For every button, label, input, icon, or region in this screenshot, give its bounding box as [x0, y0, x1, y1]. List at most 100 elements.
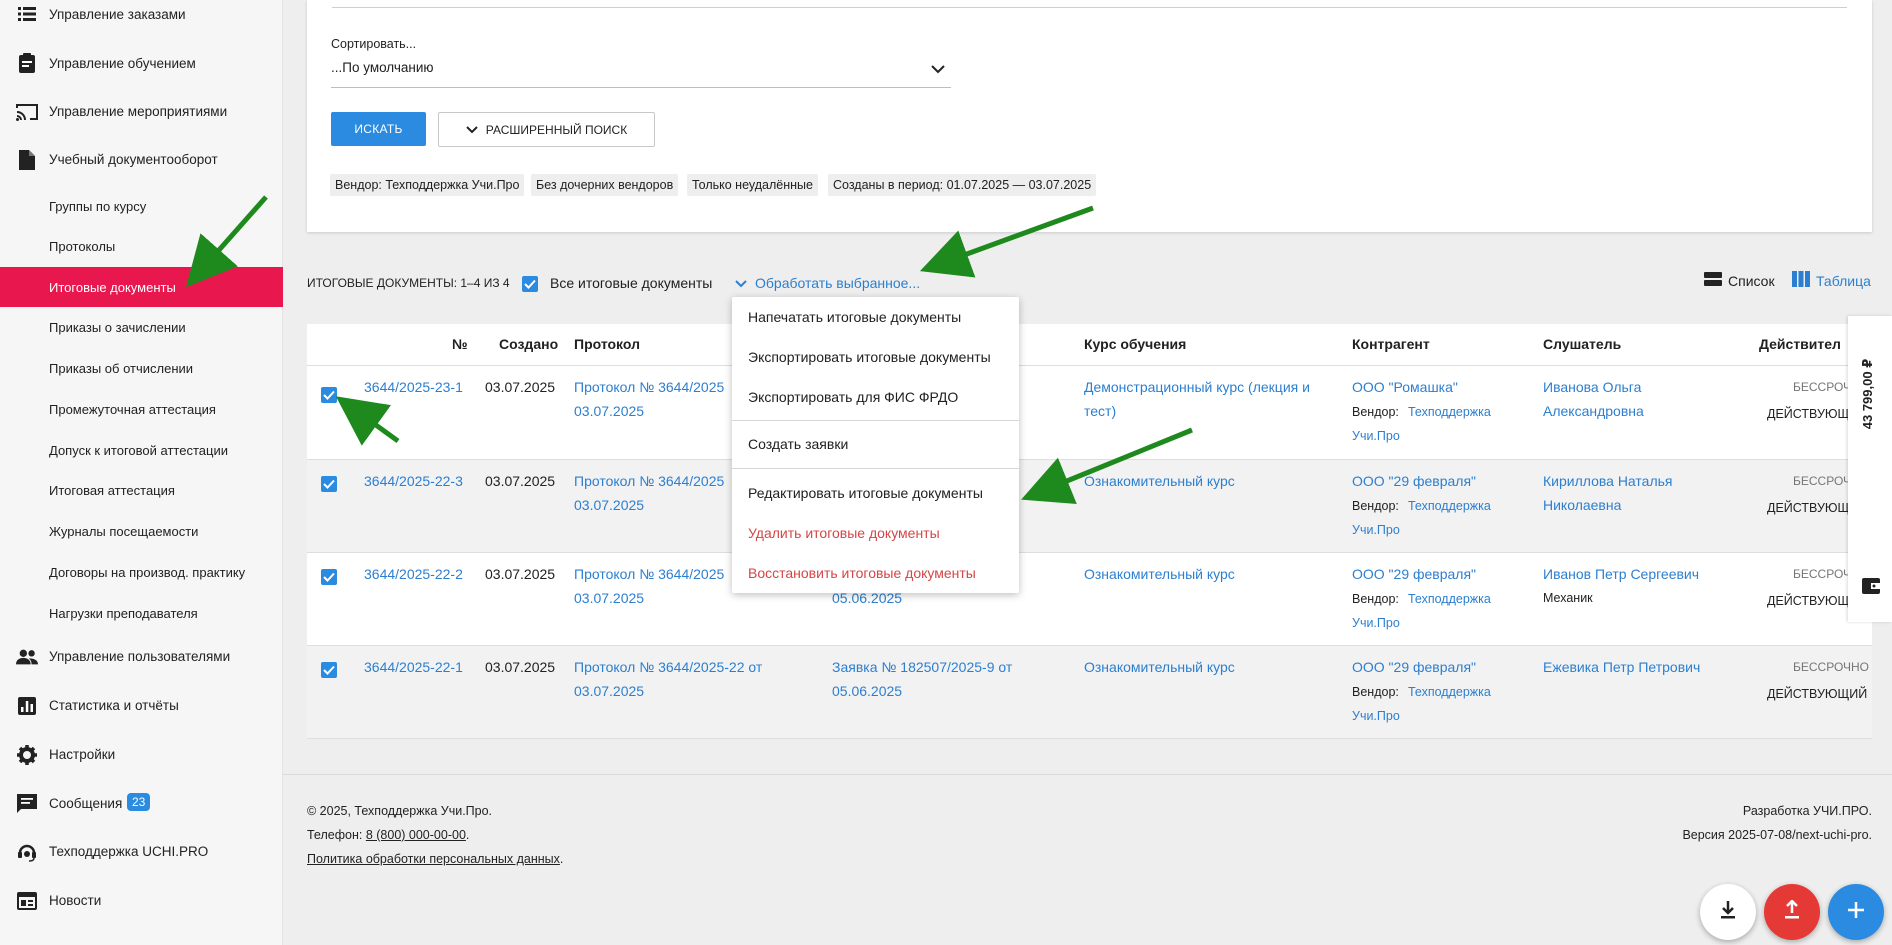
student-link-cont[interactable]: Николаевна: [1543, 493, 1621, 517]
advanced-search-button[interactable]: РАСШИРЕННЫЙ ПОИСК: [438, 112, 655, 147]
menu-item-create-requests[interactable]: Создать заявки: [732, 424, 1019, 464]
process-selected-dropdown[interactable]: Обработать выбранное...: [735, 275, 920, 291]
menu-item-edit[interactable]: Редактировать итоговые документы: [732, 473, 1019, 513]
course-link[interactable]: Демонстрационный курс (лекция и: [1084, 375, 1310, 399]
vendor-link[interactable]: Техподдержка: [1408, 400, 1491, 424]
view-list-toggle[interactable]: Список: [1704, 271, 1775, 290]
sidebar-subitem-expulsion-orders[interactable]: Приказы об отчислении: [0, 348, 283, 388]
vendor-link-cont[interactable]: Учи.Про: [1352, 518, 1400, 542]
filter-chip[interactable]: Без дочерних вендоров: [531, 174, 679, 196]
sidebar-subitem-practice-contracts[interactable]: Договоры на производ. практику: [0, 552, 283, 592]
course-link-cont[interactable]: тест): [1084, 399, 1116, 423]
document-number-link[interactable]: 3644/2025-22-2: [364, 562, 463, 586]
menu-item-export[interactable]: Экспортировать итоговые документы: [732, 337, 1019, 377]
column-header[interactable]: №: [452, 336, 468, 352]
menu-item-export-fis-frdo[interactable]: Экспортировать для ФИС ФРДО: [732, 377, 1019, 417]
menu-item-delete[interactable]: Удалить итоговые документы: [732, 513, 1019, 553]
vendor-link-cont[interactable]: Учи.Про: [1352, 424, 1400, 448]
sidebar-subitem-intermediate-attestation[interactable]: Промежуточная аттестация: [0, 389, 283, 429]
row-checkbox[interactable]: [321, 569, 337, 585]
contractor-link[interactable]: ООО "29 февраля": [1352, 469, 1476, 493]
contractor-link[interactable]: ООО "Ромашка": [1352, 375, 1458, 399]
sidebar-item-label: Учебный документооборот: [49, 152, 218, 167]
row-checkbox[interactable]: [321, 387, 337, 403]
course-link[interactable]: Ознакомительный курс: [1084, 655, 1235, 679]
student-link[interactable]: Иванов Петр Сергеевич: [1543, 562, 1699, 586]
column-header[interactable]: Контрагент: [1352, 336, 1430, 352]
table-row[interactable]: 3644/2025-23-1 03.07.2025 Протокол № 364…: [307, 366, 1872, 460]
student-link[interactable]: Кириллова Наталья: [1543, 469, 1673, 493]
menu-item-restore[interactable]: Восстановить итоговые документы: [732, 553, 1019, 593]
stats-icon: [16, 695, 38, 717]
column-header[interactable]: Курс обучения: [1084, 336, 1186, 352]
column-header[interactable]: Слушатель: [1543, 336, 1621, 352]
contractor-link[interactable]: ООО "29 февраля": [1352, 562, 1476, 586]
sidebar-item-stats[interactable]: Статистика и отчёты: [0, 686, 283, 726]
sidebar-subitem-final-attestation[interactable]: Итоговая аттестация: [0, 470, 283, 510]
sidebar-item-settings[interactable]: Настройки: [0, 735, 283, 775]
column-header[interactable]: Протокол: [574, 336, 640, 352]
sidebar-item-documents[interactable]: Учебный документооборот: [0, 140, 283, 180]
footer-version: Версия 2025-07-08/next-uchi-pro.: [1682, 828, 1872, 842]
column-header[interactable]: Создано: [499, 336, 558, 352]
footer-policy-link[interactable]: Политика обработки персональных данных: [307, 852, 560, 866]
sidebar-item-support[interactable]: Техподдержка UCHI.PRO: [0, 832, 283, 872]
sidebar-item-events[interactable]: Управление мероприятиями: [0, 92, 283, 132]
vendor-link-cont[interactable]: Учи.Про: [1352, 611, 1400, 635]
row-checkbox[interactable]: [321, 476, 337, 492]
student-link[interactable]: Иванова Ольга: [1543, 375, 1641, 399]
student-link-cont[interactable]: Александровна: [1543, 399, 1644, 423]
row-checkbox[interactable]: [321, 662, 337, 678]
document-number-link[interactable]: 3644/2025-22-1: [364, 655, 463, 679]
table-row[interactable]: 3644/2025-22-1 03.07.2025 Протокол № 364…: [307, 646, 1872, 739]
sidebar-subitem-attendance[interactable]: Журналы посещаемости: [0, 511, 283, 551]
request-link-date[interactable]: 05.06.2025: [832, 679, 902, 703]
table-row[interactable]: 3644/2025-22-2 03.07.2025 Протокол № 364…: [307, 553, 1872, 646]
sidebar-subitem-enrollment-orders[interactable]: Приказы о зачислении: [0, 307, 283, 347]
course-link[interactable]: Ознакомительный курс: [1084, 562, 1235, 586]
sidebar-subitem-teacher-load[interactable]: Нагрузки преподавателя: [0, 593, 283, 633]
column-header[interactable]: Действител: [1759, 336, 1841, 352]
protocol-link[interactable]: Протокол № 3644/2025: [574, 375, 724, 399]
protocol-link-date[interactable]: 03.07.2025: [574, 679, 644, 703]
vendor-link-cont[interactable]: Учи.Про: [1352, 704, 1400, 728]
course-link[interactable]: Ознакомительный курс: [1084, 469, 1235, 493]
table-row[interactable]: 3644/2025-22-3 03.07.2025 Протокол № 364…: [307, 460, 1872, 553]
document-number-link[interactable]: 3644/2025-22-3: [364, 469, 463, 493]
sort-select[interactable]: ...По умолчанию: [331, 60, 951, 88]
protocol-link-date[interactable]: 03.07.2025: [574, 399, 644, 423]
sidebar-item-users[interactable]: Управление пользователями: [0, 637, 283, 677]
search-button[interactable]: ИСКАТЬ: [331, 112, 426, 146]
sidebar-subitem-final-documents[interactable]: Итоговые документы: [0, 267, 283, 307]
protocol-link[interactable]: Протокол № 3644/2025: [574, 469, 724, 493]
add-button[interactable]: [1828, 884, 1884, 940]
sidebar-subitem-course-groups[interactable]: Группы по курсу: [0, 186, 283, 226]
download-button[interactable]: [1700, 884, 1756, 940]
footer-phone-link[interactable]: 8 (800) 000-00-00: [366, 828, 466, 842]
sidebar-item-training[interactable]: Управление обучением: [0, 44, 283, 84]
filter-chip[interactable]: Только неудалённые: [687, 174, 818, 196]
menu-item-print[interactable]: Напечатать итоговые документы: [732, 297, 1019, 337]
filter-chip[interactable]: Вендор: Техподдержка Учи.Про: [330, 174, 525, 196]
sidebar-item-news[interactable]: Новости: [0, 881, 283, 921]
vendor-link[interactable]: Техподдержка: [1408, 680, 1491, 704]
vendor-link[interactable]: Техподдержка: [1408, 587, 1491, 611]
protocol-link[interactable]: Протокол № 3644/2025: [574, 562, 724, 586]
vendor-link[interactable]: Техподдержка: [1408, 494, 1491, 518]
protocol-link[interactable]: Протокол № 3644/2025-22 от: [574, 655, 762, 679]
balance-side-panel[interactable]: 43 799,00 ₽: [1848, 316, 1892, 622]
sidebar-subitem-admission[interactable]: Допуск к итоговой аттестации: [0, 430, 283, 470]
contractor-link[interactable]: ООО "29 февраля": [1352, 655, 1476, 679]
student-link[interactable]: Ежевика Петр Петрович: [1543, 655, 1700, 679]
protocol-link-date[interactable]: 03.07.2025: [574, 586, 644, 610]
sidebar-subitem-protocols[interactable]: Протоколы: [0, 226, 283, 266]
sidebar-item-messages[interactable]: Сообщения 23: [0, 784, 283, 824]
view-table-toggle[interactable]: Таблица: [1792, 271, 1871, 290]
select-all-checkbox[interactable]: [522, 276, 538, 292]
sidebar-item-orders[interactable]: Управление заказами: [0, 0, 283, 28]
document-number-link[interactable]: 3644/2025-23-1: [364, 375, 463, 399]
request-link[interactable]: Заявка № 182507/2025-9 от: [832, 655, 1012, 679]
protocol-link-date[interactable]: 03.07.2025: [574, 493, 644, 517]
upload-button[interactable]: [1764, 884, 1820, 940]
filter-chip[interactable]: Созданы в период: 01.07.2025 — 03.07.202…: [828, 174, 1097, 196]
